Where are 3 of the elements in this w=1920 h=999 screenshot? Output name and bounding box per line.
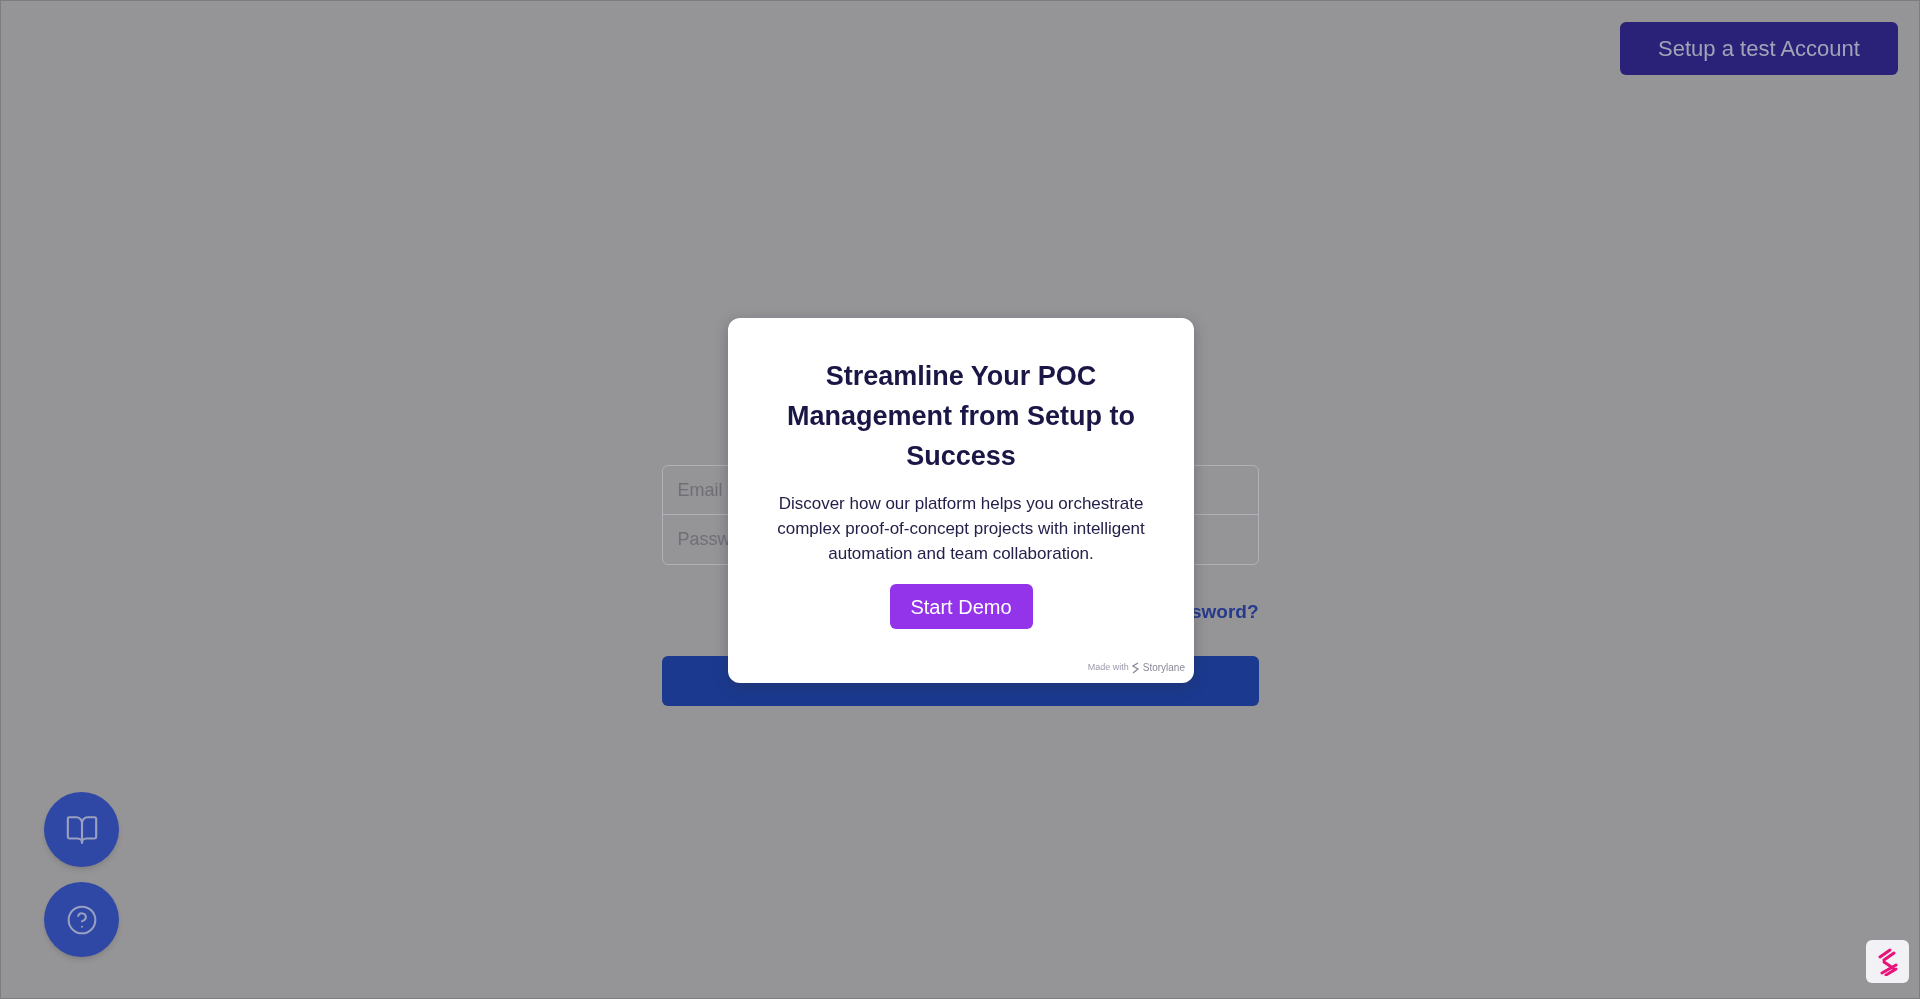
modal-title: Streamline Your POC Management from Setup to Success bbox=[786, 360, 1136, 473]
modal-description: Discover how our platform helps you orchestrate complex proof-of-concept projects with intelligent automation and team collaboration. bbox=[776, 493, 1146, 565]
credit-text: Made with bbox=[1087, 660, 1129, 674]
